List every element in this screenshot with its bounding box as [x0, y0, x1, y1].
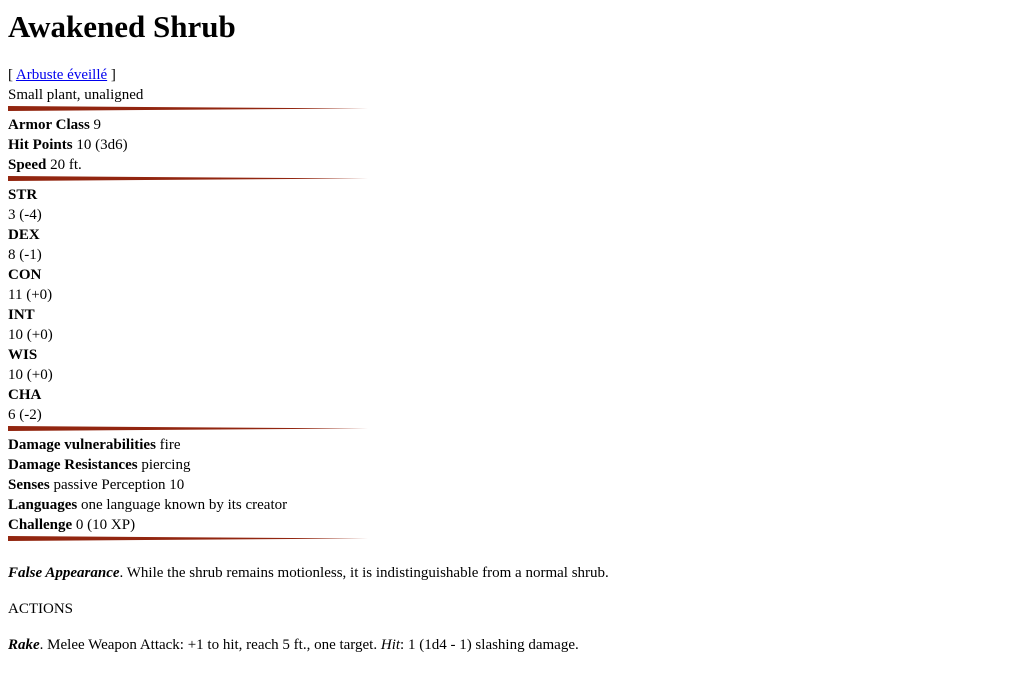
armor-class-value: 9: [89, 117, 102, 133]
alt-name-link[interactable]: Arbuste éveillé: [16, 67, 107, 83]
page-title: Awakened Shrub: [8, 9, 236, 44]
ability-name-wis: WIS: [8, 347, 38, 363]
ability-name-str: STR: [8, 187, 38, 203]
ability-value-cha: 6 (-2): [8, 407, 42, 423]
ability-value-con: 11 (+0): [8, 287, 53, 303]
bracket-close: ]: [107, 67, 116, 83]
hit-points-label: Hit Points: [8, 137, 73, 153]
armor-class-label: Armor Class: [8, 117, 90, 133]
damage-resistances: Damage Resistances piercing: [8, 457, 191, 473]
ability-name-cha: CHA: [8, 387, 42, 403]
ability-value-int: 10 (+0): [8, 327, 53, 343]
tapered-rule: [8, 426, 368, 431]
armor-class: Armor Class 9: [8, 115, 1016, 135]
challenge: Challenge 0 (10 XP): [8, 517, 136, 533]
stat-block: Awakened Shrub [ Arbuste éveillé ] Small…: [0, 9, 1024, 655]
ability-value-dex: 8 (-1): [8, 247, 42, 263]
ability-name-int: INT: [8, 307, 35, 323]
tapered-rule: [8, 536, 368, 541]
trait-false-appearance: False Appearance. While the shrub remain…: [8, 563, 1016, 583]
ability-scores: STR 3 (-4) DEX 8 (-1) CON 11 (+0) INT 10…: [8, 185, 1016, 425]
action-name: Rake: [8, 637, 40, 653]
action-text-1: . Melee Weapon Attack: +1 to hit, reach …: [39, 637, 381, 653]
ability-value-str: 3 (-4): [8, 207, 42, 223]
actions-heading: ACTIONS: [8, 601, 74, 617]
ability-name-con: CON: [8, 267, 42, 283]
languages: Languages one language known by its crea…: [8, 497, 288, 513]
trait-text: . While the shrub remains motionless, it…: [119, 565, 609, 581]
speed: Speed 20 ft.: [8, 155, 1016, 175]
tapered-rule: [8, 106, 368, 111]
alt-name-line: [ Arbuste éveillé ]: [8, 65, 1016, 85]
damage-vulnerabilities: Damage vulnerabilities fire: [8, 437, 181, 453]
bracket-open: [: [8, 67, 16, 83]
action-hit-label: Hit: [380, 637, 401, 653]
ability-value-wis: 10 (+0): [8, 367, 53, 383]
speed-value: 20 ft.: [46, 157, 82, 173]
senses: Senses passive Perception 10: [8, 477, 185, 493]
trait-name: False Appearance: [8, 565, 120, 581]
action-text-2: : 1 (1d4 - 1) slashing damage.: [400, 637, 579, 653]
hit-points: Hit Points 10 (3d6): [8, 135, 1016, 155]
hit-points-value: 10 (3d6): [72, 137, 128, 153]
tapered-rule: [8, 176, 368, 181]
action-rake: Rake. Melee Weapon Attack: +1 to hit, re…: [8, 635, 1016, 655]
speed-label: Speed: [8, 157, 47, 173]
creature-meta: Small plant, unaligned: [8, 87, 144, 103]
ability-name-dex: DEX: [8, 227, 40, 243]
